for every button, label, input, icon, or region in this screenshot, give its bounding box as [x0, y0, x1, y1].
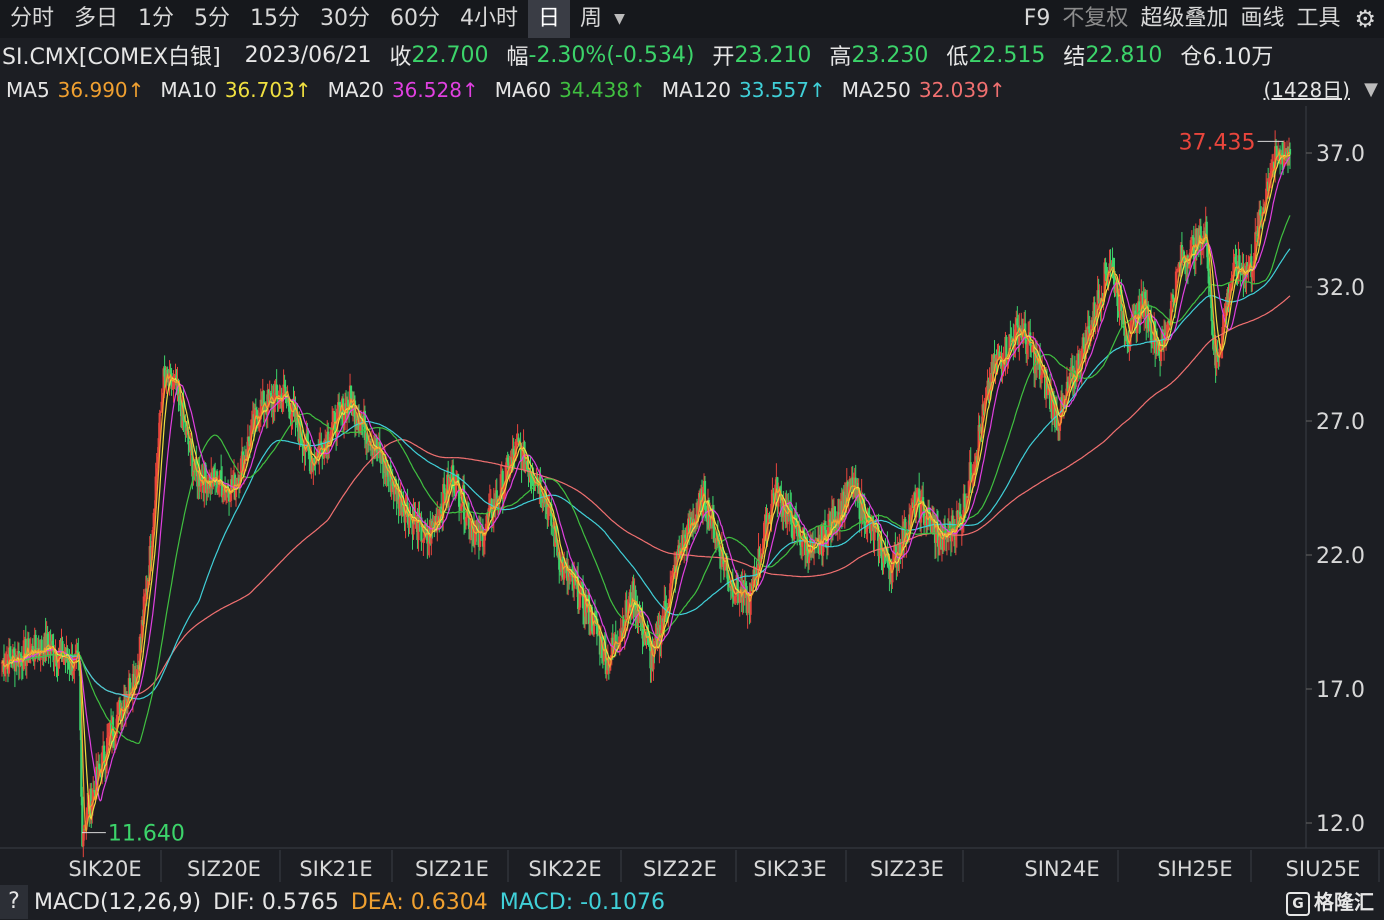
ma60-label: MA60 [494, 78, 552, 102]
tab-timeshare[interactable]: 分时 [0, 0, 64, 38]
close-label: 收 [389, 45, 412, 70]
max-price-label: 37.435 [1179, 130, 1256, 155]
x-tick-label: SIZ21E [415, 857, 489, 881]
ma120-value: 33.557↑ [738, 78, 826, 102]
triangle-down-icon[interactable]: ▼ [1364, 74, 1378, 106]
tab-multiday[interactable]: 多日 [64, 0, 128, 38]
gear-icon[interactable]: ⚙ [1346, 5, 1384, 33]
caret-down-icon[interactable]: ▼ [612, 11, 633, 27]
low-value: 22.515 [968, 42, 1046, 68]
y-tick-label: 22.0 [1316, 544, 1365, 569]
tab-daily[interactable]: 日 [528, 0, 571, 38]
gelonghui-logo-icon: G 格隆汇 [1286, 884, 1374, 920]
oi-value: 6.10万 [1202, 45, 1274, 70]
y-tick-label: 32.0 [1316, 276, 1365, 301]
candle-body [1288, 148, 1292, 155]
draw-button[interactable]: 画线 [1234, 0, 1290, 38]
tab-1min[interactable]: 1分 [128, 0, 184, 38]
open-label: 开 [712, 45, 735, 70]
tab-5min[interactable]: 5分 [184, 0, 240, 38]
x-tick-label: SIK20E [68, 857, 141, 881]
x-tick-label: SIK23E [753, 857, 826, 881]
x-tick-label: SIZ23E [870, 857, 944, 881]
x-tick-label: SIN24E [1024, 857, 1099, 881]
macd-value: MACD: -0.1076 [499, 889, 666, 915]
y-tick-label: 27.0 [1316, 410, 1365, 435]
settle-value: 22.810 [1085, 42, 1163, 68]
tab-weekly[interactable]: 周 [570, 0, 612, 38]
f9-button[interactable]: F9 [1018, 0, 1057, 38]
x-tick-label: SIK22E [528, 857, 601, 881]
y-tick-label: 37.0 [1316, 142, 1365, 167]
change-label: 幅 [506, 45, 529, 70]
ma250-value: 32.039↑ [918, 78, 1006, 102]
quote-info-bar: SI.CMX[COMEX白银] 2023/06/21 收 22.700 幅 -2.3… [0, 38, 1384, 72]
y-tick-label: 12.0 [1316, 812, 1365, 837]
date-label: 2023/06/21 [244, 42, 372, 68]
change-value: -2.30%(-0.534) [528, 42, 695, 68]
ma20-label: MA20 [327, 78, 384, 102]
dif-value: DIF: 0.5765 [213, 889, 339, 915]
candle-body [68, 662, 71, 669]
fuquan-button[interactable]: 不复权 [1056, 0, 1134, 38]
ma20-value: 36.528↑ [391, 78, 479, 102]
close-value: 22.700 [411, 42, 489, 68]
low-label: 低 [946, 45, 969, 70]
help-button[interactable]: ? [0, 885, 28, 919]
ma-legend: MA5 36.990↑ MA10 36.703↑ MA20 36.528↑ MA… [0, 74, 1384, 106]
x-tick-label: SIH25E [1157, 857, 1232, 881]
overlay-button[interactable]: 超级叠加 [1134, 0, 1234, 38]
ma250-label: MA250 [841, 78, 911, 102]
tab-60min[interactable]: 60分 [380, 0, 450, 38]
settle-label: 结 [1063, 45, 1086, 70]
tools-button[interactable]: 工具 [1290, 0, 1346, 38]
tab-30min[interactable]: 30分 [310, 0, 380, 38]
ma10-value: 36.703↑ [224, 78, 312, 102]
tab-15min[interactable]: 15分 [240, 0, 310, 38]
dea-value: DEA: 0.6304 [350, 889, 488, 915]
toolbar-right: F9 不复权 超级叠加 画线 工具 ⚙ [1018, 0, 1384, 38]
candle-body [1211, 321, 1214, 336]
candle-body [313, 458, 316, 463]
symbol-label: SI.CMX[COMEX白银] [2, 45, 221, 70]
macd-bar: ? MACD(12,26,9) DIF: 0.5765 DEA: 0.6304 … [0, 884, 1384, 920]
oi-label: 仓 [1180, 45, 1203, 70]
high-value: 23.230 [851, 42, 929, 68]
ma120-label: MA120 [661, 78, 731, 102]
y-tick-label: 17.0 [1316, 678, 1365, 703]
x-tick-label: SIZ22E [643, 857, 717, 881]
ma5-label: MA5 [6, 78, 50, 102]
tab-4hour[interactable]: 4小时 [450, 0, 528, 38]
macd-label: MACD(12,26,9) [34, 889, 202, 915]
ma10-label: MA10 [160, 78, 217, 102]
x-tick-label: SIU25E [1286, 857, 1361, 881]
ma5-value: 36.990↑ [57, 78, 145, 102]
high-label: 高 [829, 45, 852, 70]
ma60-value: 34.438↑ [559, 78, 646, 102]
x-tick-label: SIZ20E [187, 857, 261, 881]
period-count[interactable]: (1428日) [1263, 74, 1350, 106]
min-price-label: 11.640 [108, 822, 185, 847]
open-value: 23.210 [734, 42, 812, 68]
candlestick-chart[interactable]: 37.0 32.0 27.0 22.0 17.0 12.0 SIK20E SIZ20E SIK2… [0, 106, 1384, 884]
x-tick-label: SIK21E [299, 857, 372, 881]
period-toolbar: 分时 多日 1分 5分 15分 30分 60分 4小时 日 周 ▼ F9 不复权… [0, 0, 1384, 38]
